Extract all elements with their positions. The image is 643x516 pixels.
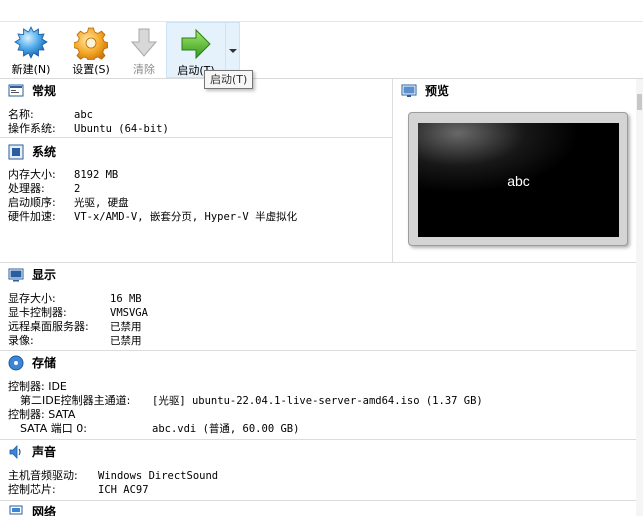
- row-key: 控制芯片:: [8, 483, 56, 496]
- row-key: 控制器: IDE: [8, 380, 67, 393]
- settings-button[interactable]: 设置(S): [62, 22, 120, 78]
- vm-preview-frame: abc: [408, 112, 628, 246]
- row-value: VT-x/AMD-V, 嵌套分页, Hyper-V 半虚拟化: [74, 211, 298, 223]
- network-title: 网络: [32, 505, 57, 516]
- row-key: SATA 端口 0:: [20, 422, 87, 435]
- general-title: 常规: [32, 84, 57, 98]
- row-key: 远程桌面服务器:: [8, 320, 89, 333]
- row-value: ICH AC97: [98, 484, 149, 496]
- chevron-down-icon: [229, 49, 237, 53]
- row-value: 2: [74, 183, 81, 195]
- row-key: 硬件加速:: [8, 210, 56, 223]
- row-key: 名称:: [8, 108, 34, 121]
- row-key: 第二IDE控制器主通道:: [20, 394, 131, 407]
- display-title: 显示: [32, 268, 57, 282]
- row-key: 处理器:: [8, 182, 45, 195]
- discard-button[interactable]: 清除: [122, 22, 166, 78]
- row-value: abc: [74, 109, 93, 121]
- system-title: 系统: [32, 145, 57, 159]
- display-section: 显示 显存大小: 16 MB 显卡控制器: VMSVGA 远程桌面服务器: 已禁…: [0, 262, 636, 351]
- vm-preview-name: abc: [507, 173, 530, 189]
- row-value: 光驱, 硬盘: [74, 197, 129, 209]
- network-section: 网络: [0, 501, 636, 516]
- scrollbar-thumb[interactable]: [637, 94, 642, 110]
- storage-section: 存储 控制器: IDE 第二IDE控制器主通道: [光驱] ubuntu-22.…: [0, 351, 636, 440]
- system-section: 系统 内存大小: 8192 MB 处理器: 2 启动顺序: 光驱, 硬盘 硬件加…: [0, 140, 392, 262]
- row-value: VMSVGA: [110, 307, 148, 319]
- network-icon: [9, 505, 23, 515]
- main-toolbar: 新建(N) 设置(S) 清除 启动(T): [0, 22, 643, 78]
- row-value: abc.vdi (普通, 60.00 GB): [152, 423, 300, 435]
- row-key: 录像:: [8, 334, 34, 347]
- row-value: 已禁用: [110, 335, 142, 347]
- preview-title: 预览: [425, 84, 450, 98]
- row-key: 显卡控制器:: [8, 306, 67, 319]
- speaker-icon: [9, 445, 21, 459]
- monitor-icon: [401, 84, 417, 97]
- row-key: 主机音频驱动:: [8, 469, 78, 482]
- window-top-strip: [0, 0, 643, 22]
- new-button[interactable]: 新建(N): [4, 22, 58, 78]
- storage-title: 存储: [32, 356, 57, 370]
- general-icon: [8, 84, 24, 97]
- vm-preview-screen: abc: [418, 123, 619, 237]
- row-value: 16 MB: [110, 293, 142, 305]
- row-value: Windows DirectSound: [98, 470, 219, 482]
- audio-title: 声音: [32, 445, 57, 459]
- general-section: 常规 名称: abc 操作系统: Ubuntu (64-bit): [0, 79, 392, 138]
- discard-arrow-icon: [130, 28, 158, 57]
- new-vm-icon: [14, 26, 48, 59]
- discard-button-label: 清除: [133, 63, 155, 76]
- audio-section: 声音 主机音频驱动: Windows DirectSound 控制芯片: ICH…: [0, 440, 636, 501]
- system-chip-icon: [8, 144, 24, 160]
- start-arrow-icon: [181, 28, 211, 60]
- row-key: 显存大小:: [8, 292, 56, 305]
- settings-button-label: 设置(S): [72, 63, 110, 76]
- row-key: 内存大小:: [8, 168, 56, 181]
- row-key: 操作系统:: [8, 122, 56, 135]
- row-value: Ubuntu (64-bit): [74, 123, 169, 135]
- details-scrollbar[interactable]: [636, 79, 643, 516]
- display-icon: [8, 268, 24, 282]
- gear-icon: [74, 27, 108, 60]
- row-value: [光驱] ubuntu-22.04.1-live-server-amd64.is…: [152, 395, 483, 407]
- row-value: 8192 MB: [74, 169, 119, 181]
- new-button-label: 新建(N): [11, 63, 51, 76]
- storage-disk-icon: [8, 355, 24, 371]
- row-key: 启动顺序:: [8, 196, 56, 209]
- row-key: 控制器: SATA: [8, 408, 76, 421]
- start-tooltip: 启动(T): [204, 70, 254, 89]
- row-value: 已禁用: [110, 321, 142, 333]
